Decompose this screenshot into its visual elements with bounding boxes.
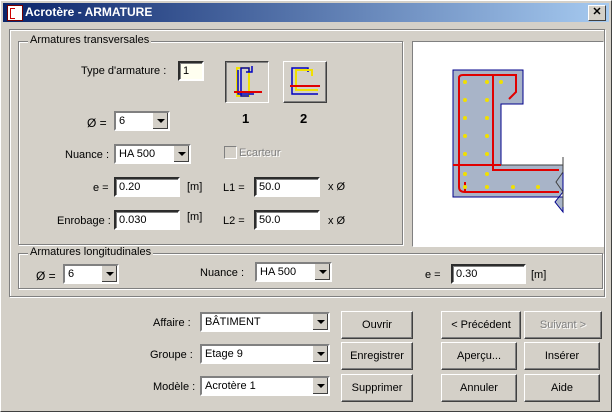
long-e-unit: [m] (531, 269, 547, 281)
e-unit: [m] (187, 181, 203, 193)
chevron-down-icon[interactable] (312, 346, 328, 362)
modele-value: Acrotère 1 (205, 380, 256, 392)
e-field[interactable]: 0.20 (114, 177, 180, 197)
suivant-button[interactable]: Suivant > (524, 311, 602, 339)
stirrup-type-1-icon (234, 66, 262, 97)
chevron-down-icon[interactable] (152, 113, 168, 129)
long-diameter-label: Ø = (36, 269, 56, 283)
annuler-button[interactable]: Annuler (441, 374, 517, 402)
ecarteur-label: Ecarteur (239, 147, 281, 159)
long-nuance-select[interactable]: HA 500 (255, 262, 332, 282)
enrobage-label: Enrobage : (57, 215, 111, 227)
enrobage-unit: [m] (187, 211, 203, 223)
modele-select[interactable]: Acrotère 1 (200, 376, 330, 396)
diameter-label: Ø = (87, 116, 107, 130)
app-icon (7, 5, 23, 21)
nuance-value: HA 500 (119, 148, 156, 160)
groupe-value: Etage 9 (205, 348, 243, 360)
long-diameter-select[interactable]: 6 (63, 264, 119, 284)
l2-unit: x Ø (328, 215, 346, 227)
nuance-label: Nuance : (65, 149, 110, 161)
apercu-button[interactable]: Aperçu... (441, 342, 517, 370)
l1-unit: x Ø (328, 181, 346, 193)
long-e-field[interactable]: 0.30 (451, 264, 526, 284)
type-1-caption: 1 (242, 111, 250, 126)
l2-label: L2 = (223, 215, 245, 227)
l1-field[interactable]: 50.0 (254, 177, 320, 197)
dialog-window: Acrotère - ARMATURE ✕ Armatures transver… (0, 0, 612, 412)
nuance-select[interactable]: HA 500 (114, 144, 191, 164)
l1-label: L1 = (223, 182, 245, 194)
transversal-legend: Armatures transversales (28, 34, 152, 46)
long-e-label: e = (425, 269, 441, 281)
modele-label: Modèle : (153, 381, 196, 393)
chevron-down-icon[interactable] (312, 314, 328, 330)
e-label: e = (93, 182, 109, 194)
aide-button[interactable]: Aide (524, 374, 600, 402)
long-nuance-value: HA 500 (260, 266, 297, 278)
affaire-value: BÂTIMENT (205, 316, 261, 328)
long-diameter-value: 6 (68, 268, 75, 280)
ouvrir-button[interactable]: Ouvrir (341, 311, 413, 339)
supprimer-button[interactable]: Supprimer (341, 374, 413, 402)
stirrup-type-2-icon (290, 67, 320, 95)
type-1-button[interactable] (225, 61, 269, 103)
close-button[interactable]: ✕ (588, 5, 606, 21)
long-nuance-label: Nuance : (200, 267, 245, 279)
type-2-caption: 2 (300, 111, 308, 126)
longitudinal-legend: Armatures longitudinales (28, 246, 154, 258)
type-armature-label: Type d'armature : (81, 65, 167, 77)
title-bar[interactable]: Acrotère - ARMATURE ✕ (3, 3, 609, 22)
chevron-down-icon[interactable] (312, 378, 328, 394)
affaire-label: Affaire : (153, 317, 191, 329)
diameter-value: 6 (119, 115, 126, 127)
inserer-button[interactable]: Insérer (524, 342, 600, 370)
enrobage-field[interactable]: 0.030 (114, 210, 180, 230)
acrotere-section-drawing (452, 69, 564, 214)
chevron-down-icon[interactable] (173, 146, 189, 162)
type-2-button[interactable] (283, 61, 327, 103)
groupe-label: Groupe : (150, 349, 193, 361)
precedent-button[interactable]: < Précédent (441, 311, 521, 339)
chevron-down-icon[interactable] (101, 266, 117, 282)
window-title: Acrotère - ARMATURE (25, 5, 153, 19)
l2-field[interactable]: 50.0 (254, 210, 320, 230)
chevron-down-icon[interactable] (314, 264, 330, 280)
enregistrer-button[interactable]: Enregistrer (341, 342, 413, 370)
ecarteur-checkbox[interactable] (224, 146, 237, 159)
groupe-select[interactable]: Etage 9 (200, 344, 330, 364)
section-preview (412, 41, 604, 247)
affaire-select[interactable]: BÂTIMENT (200, 312, 330, 332)
diameter-select[interactable]: 6 (114, 111, 170, 131)
type-armature-field[interactable]: 1 (178, 61, 204, 81)
